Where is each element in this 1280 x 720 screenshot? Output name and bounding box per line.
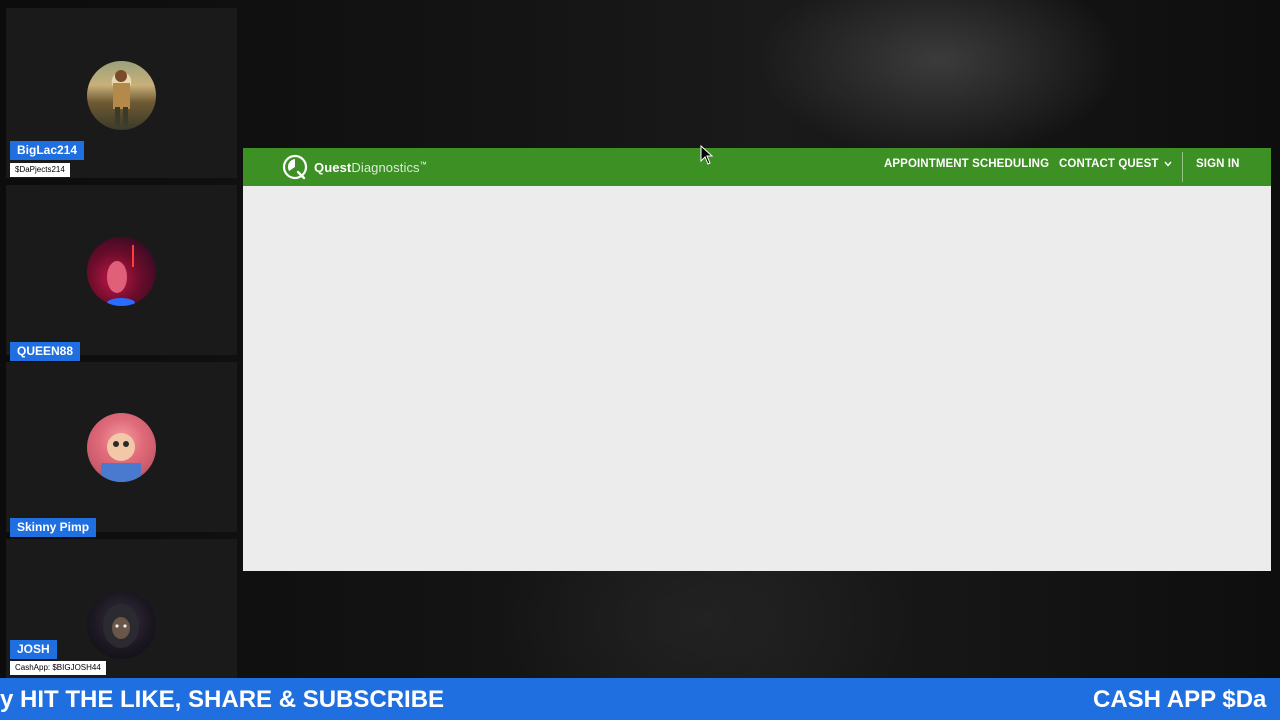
avatar [87, 413, 156, 482]
participant-name: QUEEN88 [10, 342, 81, 361]
ticker-text-left: y HIT THE LIKE, SHARE & SUBSCRIBE [0, 686, 445, 713]
chevron-down-icon [1164, 161, 1172, 167]
nav-contact-label: CONTACT QUEST [1059, 158, 1159, 170]
stream-stage: BigLac214 $DaPjects214 QUEEN88 Skinny Pi… [0, 0, 1280, 720]
shared-screen: QuestDiagnostics™ APPOINTMENT SCHEDULING… [243, 148, 1271, 571]
participant-tile: BigLac214 $DaPjects214 [6, 8, 237, 178]
participant-subtitle: CashApp: $BIGJOSH44 [10, 661, 106, 675]
participant-name: Skinny Pimp [10, 518, 97, 537]
participant-name: BigLac214 [10, 141, 85, 160]
site-header: QuestDiagnostics™ APPOINTMENT SCHEDULING… [243, 148, 1271, 186]
nav-contact-quest[interactable]: CONTACT QUEST [1059, 158, 1172, 170]
avatar [87, 61, 156, 130]
mouse-cursor-icon [700, 145, 714, 165]
brand-name: QuestDiagnostics™ [314, 159, 427, 175]
doll-face-icon [101, 433, 141, 482]
person-silhouette-icon [113, 70, 130, 125]
hooded-figure-icon [103, 604, 139, 648]
avatar [87, 590, 156, 659]
neon-figure-icon [107, 245, 135, 306]
nav-sign-in[interactable]: SIGN IN [1196, 158, 1240, 170]
participant-tile: QUEEN88 [6, 185, 237, 361]
participant-name: JOSH [10, 640, 57, 659]
participant-list: BigLac214 $DaPjects214 QUEEN88 Skinny Pi… [6, 8, 237, 678]
nav-divider [1182, 152, 1183, 182]
quest-logo[interactable]: QuestDiagnostics™ [282, 154, 427, 180]
participant-tile: JOSH CashApp: $BIGJOSH44 [6, 539, 237, 678]
avatar [87, 237, 156, 306]
nav-appointment-scheduling[interactable]: APPOINTMENT SCHEDULING [884, 158, 1049, 170]
page-content-area [243, 186, 1271, 571]
participant-subtitle: $DaPjects214 [10, 163, 70, 177]
participant-tile: Skinny Pimp [6, 362, 237, 537]
quest-logo-icon [282, 154, 308, 180]
ticker-text-right: CASH APP $Da [1093, 686, 1267, 713]
ticker-banner: y HIT THE LIKE, SHARE & SUBSCRIBE CASH A… [0, 678, 1280, 720]
